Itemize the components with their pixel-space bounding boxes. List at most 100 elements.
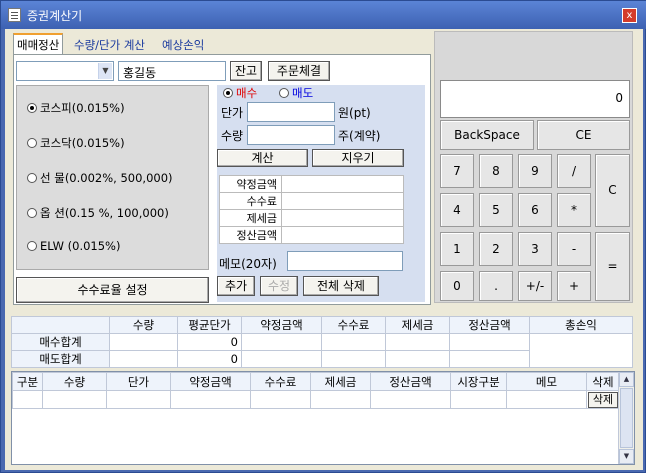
- sell-label: 매도: [292, 86, 314, 100]
- order-fill-button[interactable]: 주문체결: [268, 61, 330, 81]
- rate-options[interactable]: 옵 션(0.15 %, 100,000): [27, 205, 169, 221]
- calc-button[interactable]: 계산: [217, 149, 308, 167]
- buy-option[interactable]: 매수: [223, 85, 257, 101]
- key-multiply[interactable]: *: [557, 193, 591, 227]
- key-sign[interactable]: +/-: [518, 271, 552, 301]
- tab-trade-settlement[interactable]: 매매정산: [13, 33, 64, 55]
- summary-cell: [385, 350, 450, 368]
- detail-header-price: 단가: [106, 372, 171, 391]
- tax-label: 제세금: [219, 209, 282, 227]
- radio-selected-icon: [27, 103, 37, 113]
- fee-label: 수수료: [219, 192, 282, 210]
- key-2[interactable]: 2: [479, 232, 513, 266]
- account-combo[interactable]: ▼: [16, 61, 114, 81]
- key-5[interactable]: 5: [479, 193, 513, 227]
- clear-all-button[interactable]: C: [595, 154, 630, 227]
- chevron-down-icon[interactable]: ▼: [98, 63, 112, 79]
- document-icon: [8, 8, 21, 22]
- detail-header-market: 시장구분: [450, 372, 507, 391]
- key-6[interactable]: 6: [518, 193, 552, 227]
- detail-header-delete: 삭제: [586, 372, 620, 391]
- edit-button[interactable]: 수정: [260, 276, 298, 296]
- key-9[interactable]: 9: [518, 154, 552, 188]
- detail-header-fee: 수수료: [250, 372, 311, 391]
- memo-input[interactable]: [287, 251, 403, 271]
- result-table: 약정금액 수수료 제세금 정산금액: [219, 175, 404, 244]
- vertical-scrollbar[interactable]: ▲ ▼: [618, 372, 634, 464]
- client-area: 매매정산 수량/단가 계산 예상손익 ▼ 홍길동 잔고 주문체결 코스피(0.0…: [5, 29, 643, 470]
- key-1[interactable]: 1: [440, 232, 474, 266]
- summary-header-settlement: 정산금액: [449, 316, 530, 334]
- fee-setting-button[interactable]: 수수료율 설정: [16, 277, 209, 303]
- detail-cell: [106, 390, 171, 409]
- key-divide[interactable]: /: [557, 154, 591, 188]
- rate-kosdaq-label: 코스닥(0.015%): [40, 136, 125, 150]
- scroll-down-icon[interactable]: ▼: [619, 449, 634, 464]
- scroll-up-icon[interactable]: ▲: [619, 372, 634, 387]
- summary-header-fee: 수수료: [321, 316, 386, 334]
- key-7[interactable]: 7: [440, 154, 474, 188]
- scroll-thumb[interactable]: [620, 388, 633, 448]
- calculator-panel: 0 BackSpace CE 7 8 9 / 4 5 6 * 1 2 3 - 0…: [434, 31, 633, 303]
- key-8[interactable]: 8: [479, 154, 513, 188]
- rate-elw-label: ELW (0.015%): [40, 239, 121, 253]
- contract-amount-label: 약정금액: [219, 175, 282, 193]
- memo-label: 메모(20자): [219, 257, 277, 271]
- equals-button[interactable]: =: [595, 232, 630, 301]
- price-unit: 원(pt): [338, 106, 371, 120]
- clear-button[interactable]: 지우기: [312, 149, 404, 167]
- key-3[interactable]: 3: [518, 232, 552, 266]
- summary-header-avg-price: 평균단가: [177, 316, 242, 334]
- rate-kospi[interactable]: 코스피(0.015%): [27, 100, 125, 116]
- summary-header-blank: [11, 316, 110, 334]
- detail-header-settlement: 정산금액: [370, 372, 451, 391]
- sell-option[interactable]: 매도: [279, 85, 313, 101]
- detail-header-type: 구분: [12, 372, 43, 391]
- detail-grid[interactable]: 구분 수량 단가 약정금액 수수료 제세금 정산금액 시장구분 메모 삭제 삭제…: [11, 371, 635, 465]
- buy-label: 매수: [236, 86, 258, 100]
- rate-elw[interactable]: ELW (0.015%): [27, 238, 120, 254]
- radio-icon: [279, 88, 289, 98]
- qty-input[interactable]: [247, 125, 335, 145]
- summary-cell-avg: 0: [177, 333, 242, 351]
- summary-row-buy: 매수합계 0: [11, 333, 633, 368]
- rate-futures[interactable]: 선 물(0.002%, 500,000): [27, 170, 173, 186]
- fee-rate-group: 코스피(0.015%) 코스닥(0.015%) 선 물(0.002%, 500,…: [16, 85, 209, 270]
- rate-options-label: 옵 션(0.15 %, 100,000): [40, 206, 169, 220]
- detail-cell-delete: 삭제: [586, 390, 620, 409]
- detail-cell: [310, 390, 371, 409]
- detail-cell: [370, 390, 451, 409]
- summary-cell: [321, 333, 386, 351]
- row-delete-button[interactable]: 삭제: [588, 391, 618, 408]
- detail-cell: [42, 390, 107, 409]
- summary-row-label: 매도합계: [11, 350, 110, 368]
- detail-cell: [506, 390, 587, 409]
- rate-kosdaq[interactable]: 코스닥(0.015%): [27, 135, 125, 151]
- rate-kospi-label: 코스피(0.015%): [40, 101, 125, 115]
- key-minus[interactable]: -: [557, 232, 591, 266]
- price-label: 단가: [221, 106, 244, 120]
- price-input[interactable]: [247, 102, 335, 122]
- key-0[interactable]: 0: [440, 271, 474, 301]
- key-plus[interactable]: +: [557, 271, 591, 301]
- summary-header-qty: 수량: [109, 316, 178, 334]
- title-bar: 증권계산기 x: [1, 1, 646, 29]
- delete-all-button[interactable]: 전체 삭제: [303, 276, 379, 296]
- key-decimal[interactable]: .: [479, 271, 513, 301]
- detail-cell: [250, 390, 311, 409]
- radio-selected-icon: [223, 88, 233, 98]
- summary-cell: [385, 333, 450, 351]
- detail-header-tax: 제세금: [310, 372, 371, 391]
- add-button[interactable]: 추가: [217, 276, 255, 296]
- close-button[interactable]: x: [622, 8, 637, 23]
- contract-amount-value: [281, 175, 404, 193]
- calculator-window: 증권계산기 x 매매정산 수량/단가 계산 예상손익 ▼ 홍길동 잔고 주문체결…: [0, 0, 646, 473]
- balance-button[interactable]: 잔고: [230, 61, 262, 81]
- detail-header-qty: 수량: [42, 372, 107, 391]
- summary-cell: [449, 350, 530, 368]
- tax-value: [281, 209, 404, 227]
- backspace-button[interactable]: BackSpace: [440, 120, 534, 150]
- ce-button[interactable]: CE: [537, 120, 630, 150]
- name-field[interactable]: 홍길동: [118, 61, 226, 81]
- key-4[interactable]: 4: [440, 193, 474, 227]
